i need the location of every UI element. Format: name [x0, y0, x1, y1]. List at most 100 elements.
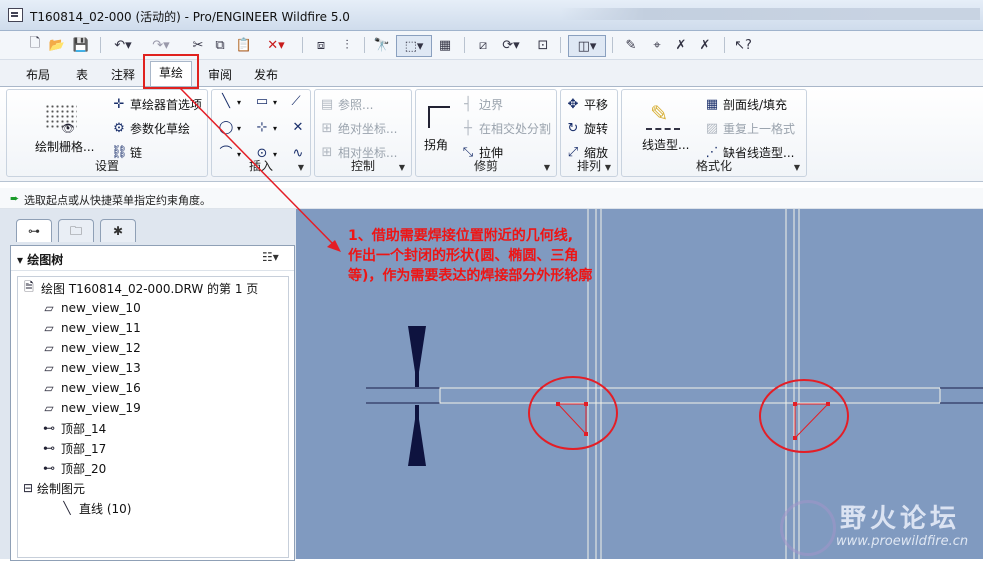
abs-coord-button[interactable]: ⊞ 绝对坐标...	[319, 120, 398, 137]
tree-item[interactable]: ⊷ 顶部_14	[40, 419, 106, 437]
tree-icon[interactable]: ⫶	[338, 35, 356, 55]
annotation-line-2: 作出一个封闭的形状(圆、椭圆、三角	[348, 248, 579, 264]
delete-icon[interactable]: ✕▾	[262, 35, 290, 55]
tree-root[interactable]: 🗎 绘图 T160814_02-000.DRW 的第 1 页	[20, 279, 258, 297]
sketcher-prefs-button[interactable]: ✛ 草绘器首选项	[111, 96, 202, 113]
toolbar-separator	[612, 37, 613, 53]
split-button[interactable]: ┼ 在相交处分割	[460, 120, 551, 137]
move-button[interactable]: ✥ 平移	[565, 96, 608, 113]
tree-item[interactable]: ▱ new_view_10	[40, 299, 140, 317]
circle-icon: ◯	[218, 120, 234, 135]
corner-button[interactable]: 拐角	[424, 136, 448, 153]
insert-group-dropdown-icon[interactable]: ▼	[298, 163, 304, 172]
projection-icon: ⊷	[43, 461, 55, 475]
undo-icon[interactable]: ↶▾	[112, 35, 134, 55]
view-icon: ▱	[44, 301, 54, 315]
layers-icon[interactable]: ⧈	[312, 35, 330, 55]
corner-icon[interactable]	[428, 106, 450, 128]
arrange-group: ✥ 平移 ↻ 旋转 ⤢ 缩放 排列 ▼	[560, 89, 618, 177]
reference-button[interactable]: ▤ 参照...	[319, 96, 374, 113]
tree-item[interactable]: ▱ new_view_12	[40, 339, 140, 357]
x-point-icon: ✕	[292, 120, 304, 135]
tab-layout[interactable]: 布局	[26, 66, 50, 83]
tree-item[interactable]: ▱ new_view_11	[40, 319, 140, 337]
format-group-dropdown-icon[interactable]: ▼	[794, 163, 800, 172]
tree-container: ▾ 绘图树 ☷▾ 🗎 绘图 T160814_02-000.DRW 的第 1 页 ▱…	[10, 245, 295, 561]
open-icon[interactable]: 📂	[48, 35, 66, 55]
move-icon: ✥	[567, 96, 579, 112]
abs-coord-icon: ⊞	[321, 120, 333, 136]
construction-line-tool[interactable]: ⟋	[288, 94, 307, 110]
tab-review[interactable]: 审阅	[208, 66, 232, 83]
tab-model-tree[interactable]: ⊶	[16, 219, 52, 242]
point-tool[interactable]: ⊹ ▾	[254, 120, 277, 136]
tree-item[interactable]: ⊷ 顶部_17	[40, 439, 106, 457]
find-icon[interactable]: 🔭	[372, 35, 392, 55]
new-icon[interactable]: 🗋	[26, 35, 44, 55]
zoom-icon[interactable]: ⊡	[534, 35, 552, 55]
view-icon[interactable]: ◫▾	[568, 35, 606, 57]
tree-sketched-label: 绘制图元	[37, 481, 86, 496]
info-icon[interactable]: ▦	[436, 35, 454, 55]
save-icon[interactable]: 💾	[72, 35, 90, 55]
message-bar: ➨ 选取起点或从快捷菜单指定约束角度。	[0, 188, 983, 209]
tree-item-label: 顶部_14	[61, 421, 107, 436]
toolbar-separator	[464, 37, 465, 53]
x-tool[interactable]: ✕	[290, 120, 309, 136]
paste-icon[interactable]: 📋	[236, 35, 252, 55]
tree-sketched-folder[interactable]: ⊟ 绘制图元	[22, 479, 85, 497]
pencil-icon[interactable]: ✎	[650, 102, 668, 127]
select-box-icon[interactable]: ⬚▾	[396, 35, 432, 57]
watermark-name: 野火论坛	[840, 504, 961, 534]
line-style-button[interactable]: 线造型...	[642, 136, 689, 153]
datum-off-icon[interactable]: ✗	[672, 35, 690, 55]
tab-publish[interactable]: 发布	[254, 66, 278, 83]
tab-table[interactable]: 表	[76, 66, 88, 83]
abs-coord-label: 绝对坐标...	[338, 122, 398, 136]
tree-item[interactable]: ▱ new_view_19	[40, 399, 140, 417]
annotation-text: 1、借助需要焊接位置附近的几何线, 作出一个封闭的形状(圆、椭圆、三角 等)，作…	[348, 226, 678, 286]
tree-item[interactable]: ⊷ 顶部_20	[40, 459, 106, 477]
circle-tool[interactable]: ◯ ▾	[218, 120, 241, 136]
tree-options-icon[interactable]: ☷▾	[262, 250, 288, 266]
tab-folder-browser[interactable]: 🗀	[58, 219, 94, 242]
tree-item[interactable]: ▱ new_view_16	[40, 379, 140, 397]
app-icon[interactable]	[8, 8, 23, 22]
arrange-group-dropdown-icon[interactable]: ▼	[605, 163, 611, 172]
settings-group-label: 设置	[94, 159, 119, 173]
redo-icon[interactable]: ↷▾	[150, 35, 172, 55]
tree-title: ▾ 绘图树	[17, 253, 64, 267]
tree-item[interactable]: ▱ new_view_13	[40, 359, 140, 377]
boundary-button[interactable]: ┤ 边界	[460, 96, 503, 113]
draw-grid-button[interactable]: 绘制栅格...	[35, 138, 94, 155]
hatch-button[interactable]: ▦ 剖面线/填充	[704, 96, 787, 113]
insert-group-label: 插入	[248, 159, 273, 173]
repeat-format-button[interactable]: ▨ 重复上一格式	[704, 120, 795, 137]
repeat-format-icon: ▨	[705, 120, 719, 136]
rectangle-tool[interactable]: ▭ ▾	[254, 94, 277, 110]
hatch-icon: ▦	[705, 96, 719, 112]
control-group-dropdown-icon[interactable]: ▼	[399, 163, 405, 172]
tree-body: 🗎 绘图 T160814_02-000.DRW 的第 1 页 ▱ new_view_…	[17, 276, 289, 558]
cut-icon[interactable]: ✂	[190, 35, 206, 55]
whats-this-icon[interactable]: ↖?	[734, 35, 752, 55]
axis-off-icon[interactable]: ✗	[696, 35, 714, 55]
param-sketch-button[interactable]: ⚙ 参数化草绘	[111, 120, 190, 137]
dimension-icon[interactable]: ⌖	[648, 35, 666, 55]
repaint-icon[interactable]: ⧄	[474, 35, 492, 55]
copy-icon[interactable]: ⧉	[212, 35, 228, 55]
rotate-button[interactable]: ↻ 旋转	[565, 120, 608, 137]
trim-group-dropdown-icon[interactable]: ▼	[544, 163, 550, 172]
highlight-box	[143, 54, 199, 89]
line-icon: ╲	[222, 94, 230, 109]
tab-favorites[interactable]: ✱	[100, 219, 136, 242]
refresh-icon[interactable]: ⟳▾	[498, 35, 524, 55]
param-sketch-icon: ⚙	[113, 120, 125, 136]
point-icon: ⊹	[256, 120, 268, 135]
tab-annotate[interactable]: 注释	[111, 66, 135, 83]
watermark: 野火论坛 www.proewildfire.cn	[770, 494, 980, 556]
tree-line-item[interactable]: ╲ 直线 (10)	[58, 499, 131, 517]
collapse-icon[interactable]: ⊟	[22, 481, 34, 495]
line-tool[interactable]: ╲ ▾	[218, 94, 241, 110]
note-icon[interactable]: ✎	[622, 35, 640, 55]
